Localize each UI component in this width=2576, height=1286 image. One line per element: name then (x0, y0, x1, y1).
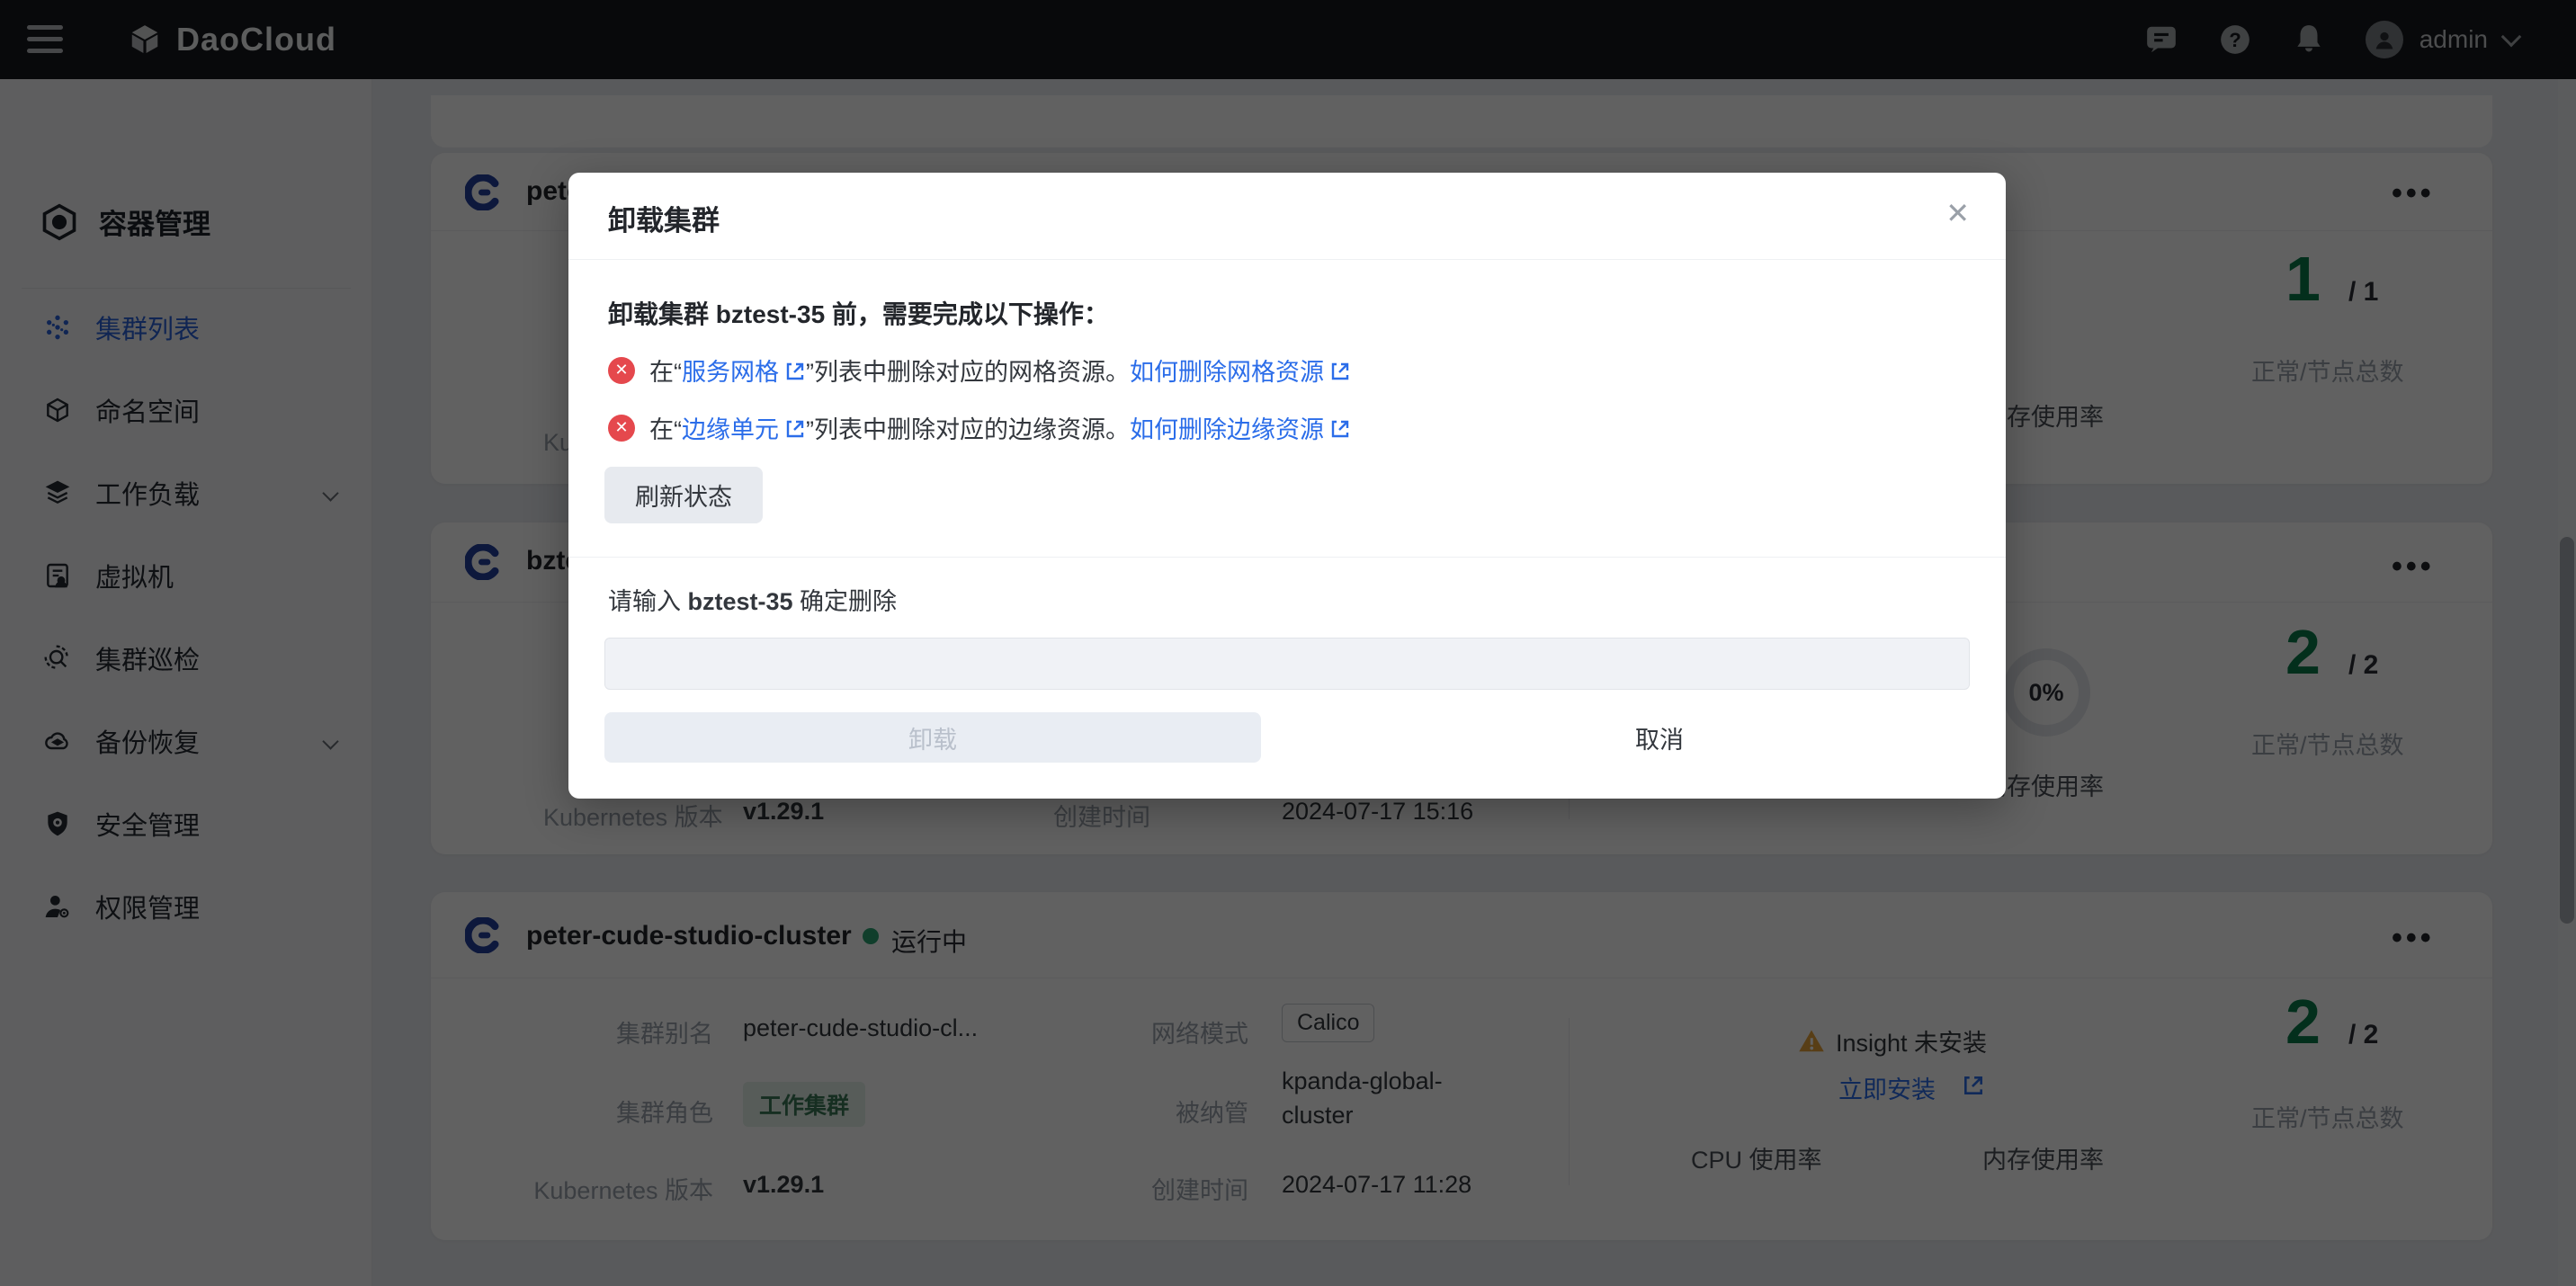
external-link-icon (1329, 361, 1351, 382)
confirm-prompt: 请输入 bztest-35 确定删除 (608, 582, 897, 617)
edge-list-link[interactable]: 边缘单元 (682, 416, 779, 443)
check-pre: 在“ (649, 416, 682, 443)
intro-prefix: 卸载集群 (608, 300, 716, 328)
check-item-edge: ✕ 在“边缘单元 ”列表中删除对应的边缘资源。如何删除边缘资源 (608, 410, 1351, 445)
modal-title: 卸载集群 (608, 198, 720, 238)
refresh-status-button[interactable]: 刷新状态 (604, 467, 763, 523)
uninstall-cluster-modal: 卸载集群 ✕ 卸载集群 bztest-35 前，需要完成以下操作： ✕ 在“服务… (568, 173, 2006, 799)
check-mid: ”列表中删除对应的网格资源。 (806, 359, 1130, 386)
check-mid: ”列表中删除对应的边缘资源。 (806, 416, 1130, 443)
divider (568, 557, 2006, 558)
intro-cluster-name: bztest-35 (716, 300, 825, 328)
how-to-delete-mesh-link[interactable]: 如何删除网格资源 (1130, 359, 1324, 386)
check-item-mesh: ✕ 在“服务网格 ”列表中删除对应的网格资源。如何删除网格资源 (608, 353, 1351, 388)
how-to-delete-edge-link[interactable]: 如何删除边缘资源 (1130, 416, 1324, 443)
check-pre: 在“ (649, 359, 682, 386)
cancel-button[interactable]: 取消 (1349, 712, 1970, 763)
check-text: 在“边缘单元 ”列表中删除对应的边缘资源。如何删除边缘资源 (649, 410, 1351, 445)
confirm-suffix: 确定删除 (793, 588, 898, 615)
error-circle-icon: ✕ (608, 357, 635, 384)
confirm-prefix: 请输入 (608, 588, 688, 615)
intro-suffix: 前，需要完成以下操作： (825, 300, 1109, 328)
confirm-cluster-name: bztest-35 (688, 588, 793, 615)
mesh-list-link[interactable]: 服务网格 (682, 359, 779, 386)
error-circle-icon: ✕ (608, 415, 635, 442)
uninstall-button[interactable]: 卸载 (604, 712, 1261, 763)
divider (568, 259, 2006, 260)
external-link-icon (784, 361, 806, 382)
confirm-input[interactable] (604, 638, 1970, 690)
close-icon[interactable]: ✕ (1945, 196, 1970, 230)
check-text: 在“服务网格 ”列表中删除对应的网格资源。如何删除网格资源 (649, 353, 1351, 388)
modal-intro: 卸载集群 bztest-35 前，需要完成以下操作： (608, 295, 1109, 331)
external-link-icon (1329, 418, 1351, 440)
app-root: DaoCloud ? admin (0, 0, 2576, 1286)
external-link-icon (784, 418, 806, 440)
